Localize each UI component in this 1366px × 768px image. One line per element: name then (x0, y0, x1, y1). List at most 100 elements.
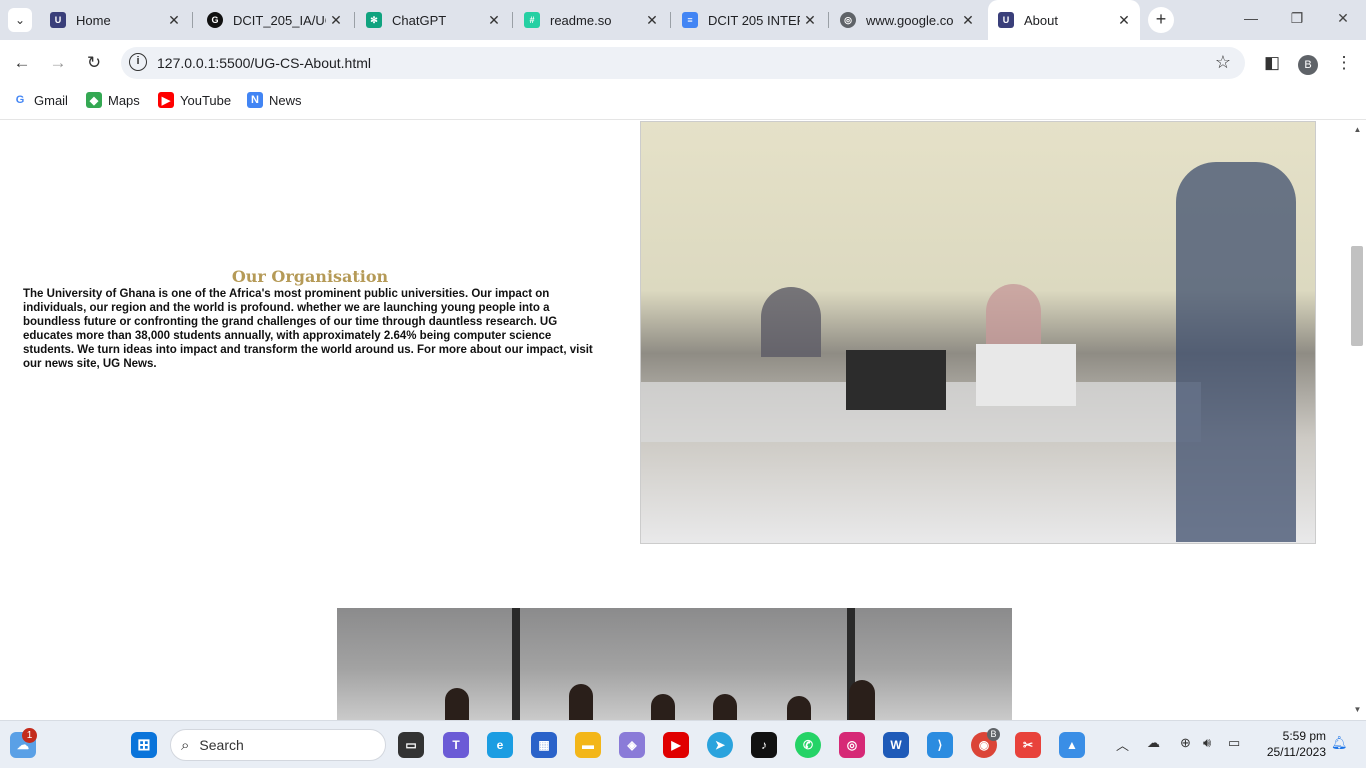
snipping-tool-icon[interactable]: ✂ (1015, 732, 1041, 758)
notification-badge: 1 (22, 728, 37, 743)
section-body: The University of Ghana is one of the Af… (23, 288, 593, 370)
group-photo (337, 608, 1012, 720)
scroll-up-icon[interactable]: ▲ (1349, 125, 1366, 134)
side-panel-icon: ◧ (1263, 53, 1281, 72)
info-icon[interactable]: i (129, 53, 147, 71)
language-icon[interactable]: ⊕ (1180, 735, 1191, 751)
new-tab-button[interactable]: + (1148, 7, 1174, 33)
scroll-down-icon[interactable]: ▼ (1349, 705, 1366, 714)
address-bar[interactable]: i 127.0.0.1:5500/UG-CS-About.html ☆ (121, 47, 1245, 79)
chevron-up-icon[interactable]: ︿ (1116, 735, 1129, 754)
url-text[interactable]: 127.0.0.1:5500/UG-CS-About.html (157, 55, 371, 71)
github-icon: G (207, 12, 223, 28)
laptop-shape (846, 350, 946, 410)
restore-button[interactable]: ❐ (1287, 10, 1307, 27)
bookmark-maps[interactable]: ◆ Maps (86, 92, 140, 108)
scrollbar-thumb[interactable] (1351, 246, 1363, 346)
tab-home[interactable]: U Home ✕ (40, 0, 190, 40)
google-news-icon: N (247, 92, 263, 108)
menu-button[interactable]: ⋮ (1332, 51, 1356, 75)
clock[interactable]: 5:59 pm 25/11/2023 (1256, 728, 1326, 760)
tab-github[interactable]: G DCIT_205_IA/UG ✕ (197, 0, 352, 40)
back-button[interactable]: ← (10, 51, 34, 75)
restore-icon: ❐ (1290, 10, 1304, 26)
close-icon[interactable]: ✕ (642, 12, 662, 29)
minimize-icon: — (1244, 10, 1258, 26)
vscode-icon[interactable]: ⟩ (927, 732, 953, 758)
reload-icon: ↻ (86, 53, 102, 72)
reload-button[interactable]: ↻ (82, 51, 106, 75)
tab-separator (828, 12, 829, 28)
close-icon: ✕ (1337, 10, 1349, 26)
chrome-profile-badge: B (987, 728, 1000, 741)
store-icon[interactable]: ▦ (531, 732, 557, 758)
onedrive-icon[interactable]: ☁ (1147, 735, 1160, 751)
teams-icon[interactable]: T (443, 732, 469, 758)
maps-icon: ◆ (86, 92, 102, 108)
photos-icon[interactable]: ▲ (1059, 732, 1085, 758)
readme-icon: # (524, 12, 540, 28)
presenter-shape (1176, 162, 1296, 542)
tab-separator (670, 12, 671, 28)
close-icon[interactable]: ✕ (800, 12, 820, 29)
person-shape (713, 694, 737, 720)
bookmark-gmail[interactable]: G Gmail (12, 92, 68, 108)
task-view-icon[interactable]: ▭ (398, 732, 424, 758)
minimize-button[interactable]: — (1241, 10, 1261, 26)
volume-icon[interactable]: 🔊︎ (1203, 735, 1211, 751)
tab-about[interactable]: U About ✕ (988, 0, 1140, 40)
chatgpt-icon: ✻ (366, 12, 382, 28)
instagram-icon[interactable]: ◎ (839, 732, 865, 758)
copilot-icon[interactable]: ◈ (619, 732, 645, 758)
edge-icon[interactable]: e (487, 732, 513, 758)
tab-readme[interactable]: # readme.so ✕ (514, 0, 668, 40)
windows-start-icon[interactable]: ⊞ (131, 732, 157, 758)
chevron-down-icon: ⌄ (14, 13, 26, 27)
forward-button[interactable]: → (46, 51, 70, 75)
battery-icon[interactable]: ▭ (1228, 735, 1240, 751)
notification-bell-icon[interactable]: 🔔︎ (1331, 735, 1348, 751)
tiktok-icon[interactable]: ♪ (751, 732, 777, 758)
tab-google[interactable]: ◎ www.google.co ✕ (830, 0, 984, 40)
taskbar-search[interactable]: ⌕ Search (170, 729, 386, 761)
bookmark-youtube[interactable]: ▶ YouTube (158, 92, 231, 108)
whatsapp-icon[interactable]: ✆ (795, 732, 821, 758)
tab-chatgpt[interactable]: ✻ ChatGPT ✕ (356, 0, 510, 40)
clock-date: 25/11/2023 (1266, 745, 1326, 759)
tab-google-docs[interactable]: ≡ DCIT 205 INTER ✕ (672, 0, 826, 40)
ug-logo-icon: U (50, 12, 66, 28)
student-shape (761, 287, 821, 357)
close-icon[interactable]: ✕ (484, 12, 504, 29)
bookmark-news[interactable]: N News (247, 92, 302, 108)
classroom-photo (640, 121, 1316, 544)
plus-icon: + (1155, 9, 1167, 29)
close-icon[interactable]: ✕ (326, 12, 346, 29)
clock-time: 5:59 pm (1282, 729, 1326, 743)
tab-search-button[interactable]: ⌄ (8, 8, 32, 32)
youtube-icon[interactable]: ▶ (663, 732, 689, 758)
avatar: B (1298, 55, 1318, 75)
search-icon: ⌕ (181, 736, 190, 754)
section-title: Our Organisation (231, 267, 389, 286)
page-scrollbar[interactable]: ▲ ▼ (1349, 121, 1366, 720)
star-icon[interactable]: ☆ (1215, 52, 1231, 73)
forward-arrow-icon: → (49, 53, 67, 72)
youtube-icon: ▶ (158, 92, 174, 108)
side-panel-button[interactable]: ◧ (1260, 51, 1284, 75)
person-shape (569, 684, 593, 720)
more-vertical-icon: ⋮ (1335, 53, 1353, 72)
person-shape (787, 696, 811, 720)
page-viewport: Our Organisation The University of Ghana… (0, 121, 1366, 720)
file-explorer-icon[interactable]: ▬ (575, 732, 601, 758)
close-window-button[interactable]: ✕ (1333, 10, 1353, 27)
tab-separator (354, 12, 355, 28)
tab-separator (192, 12, 193, 28)
tab-separator (512, 12, 513, 28)
close-icon[interactable]: ✕ (958, 12, 978, 29)
word-icon[interactable]: W (883, 732, 909, 758)
close-icon[interactable]: ✕ (164, 12, 184, 29)
person-shape (651, 694, 675, 720)
telegram-icon[interactable]: ➤ (707, 732, 733, 758)
profile-button[interactable]: B (1296, 51, 1320, 75)
close-icon[interactable]: ✕ (1114, 12, 1134, 29)
